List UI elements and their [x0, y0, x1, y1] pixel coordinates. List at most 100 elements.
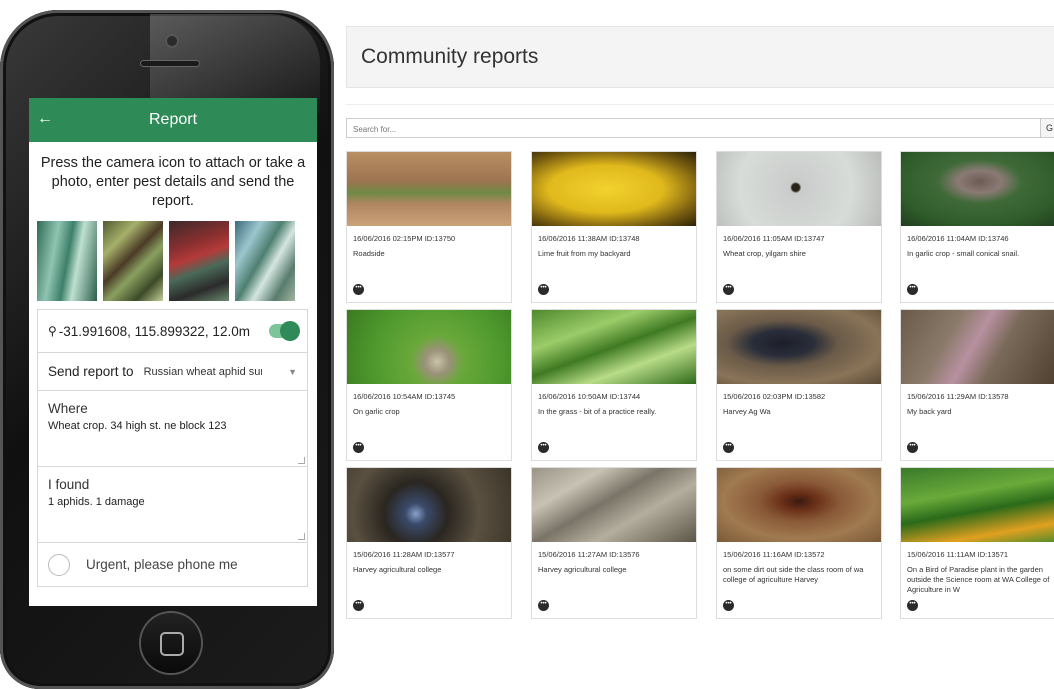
- report-description: In garlic crop - small conical snail.: [907, 249, 1020, 258]
- comment-icon[interactable]: •••: [723, 600, 734, 611]
- photo-thumbnail[interactable]: [169, 221, 229, 301]
- report-photo[interactable]: [532, 310, 696, 384]
- report-card[interactable]: 15/06/2016 11:11AM ID:13571 On a Bird of…: [900, 467, 1054, 619]
- send-to-label: Send report to: [48, 364, 134, 379]
- where-field[interactable]: Where Wheat crop. 34 high st. ne block 1…: [37, 391, 308, 467]
- report-photo[interactable]: [901, 468, 1054, 542]
- report-description: On a Bird of Paradise plant in the garde…: [907, 565, 1050, 594]
- report-card[interactable]: 16/06/2016 11:04AM ID:13746 In garlic cr…: [900, 151, 1054, 303]
- report-meta: 16/06/2016 11:38AM ID:13748: [538, 234, 640, 243]
- report-card[interactable]: 16/06/2016 10:50AM ID:13744 In the grass…: [531, 309, 697, 461]
- header-divider: [346, 104, 1054, 105]
- report-photo[interactable]: [717, 310, 881, 384]
- instructions-text: Press the camera icon to attach or take …: [40, 155, 306, 209]
- report-photo[interactable]: [532, 152, 696, 226]
- comment-icon[interactable]: •••: [353, 600, 364, 611]
- report-card[interactable]: 15/06/2016 11:29AM ID:13578 My back yard…: [900, 309, 1054, 461]
- phone-speaker: [140, 60, 200, 67]
- community-reports-page: Community reports G 16/06/2016 02:15PM I…: [346, 0, 1054, 689]
- urgent-checkbox[interactable]: [48, 553, 70, 576]
- comment-icon[interactable]: •••: [538, 600, 549, 611]
- comment-icon[interactable]: •••: [353, 442, 364, 453]
- photo-strip: [29, 219, 317, 309]
- report-card[interactable]: 15/06/2016 02:03PM ID:13582 Harvey Ag Wa…: [716, 309, 882, 461]
- report-photo[interactable]: [717, 468, 881, 542]
- home-button[interactable]: [141, 613, 201, 673]
- report-meta: 15/06/2016 02:03PM ID:13582: [723, 392, 826, 401]
- report-photo[interactable]: [347, 468, 511, 542]
- report-card[interactable]: 16/06/2016 10:54AM ID:13745 On garlic cr…: [346, 309, 512, 461]
- report-description: On garlic crop: [353, 407, 400, 416]
- urgent-row[interactable]: Urgent, please phone me: [37, 543, 308, 587]
- location-text: -31.991608, 115.899322, 12.0m: [58, 323, 250, 339]
- report-meta: 15/06/2016 11:29AM ID:13578: [907, 392, 1009, 401]
- location-toggle[interactable]: [269, 321, 300, 341]
- report-description: on some dirt out side the class room of …: [723, 565, 864, 584]
- photo-thumbnail[interactable]: [103, 221, 163, 301]
- app-bar: ← Report: [29, 98, 317, 142]
- report-meta: 15/06/2016 11:11AM ID:13571: [907, 550, 1009, 559]
- toggle-knob: [280, 321, 300, 341]
- report-meta: 16/06/2016 10:54AM ID:13745: [353, 392, 456, 401]
- map-pin-icon: ⚲: [48, 324, 57, 338]
- search-go-button[interactable]: G: [1040, 118, 1054, 138]
- report-card[interactable]: 15/06/2016 11:27AM ID:13576 Harvey agric…: [531, 467, 697, 619]
- front-camera: [167, 36, 177, 46]
- report-photo[interactable]: [901, 310, 1054, 384]
- report-description: Harvey agricultural college: [353, 565, 442, 574]
- app-title: Report: [148, 111, 198, 128]
- where-label: Where: [48, 401, 88, 416]
- report-meta: 16/06/2016 11:05AM ID:13747: [723, 234, 825, 243]
- comment-icon[interactable]: •••: [907, 284, 918, 295]
- report-meta: 16/06/2016 11:04AM ID:13746: [907, 234, 1009, 243]
- report-photo[interactable]: [717, 152, 881, 226]
- comment-icon[interactable]: •••: [723, 442, 734, 453]
- comment-icon[interactable]: •••: [538, 442, 549, 453]
- comment-icon[interactable]: •••: [353, 284, 364, 295]
- search-box: [346, 118, 1042, 139]
- comment-icon[interactable]: •••: [723, 284, 734, 295]
- report-photo[interactable]: [347, 152, 511, 226]
- report-description: Wheat crop, yilgarn shire: [723, 249, 806, 258]
- report-description: Harvey Ag Wa: [723, 407, 771, 416]
- search-input[interactable]: [347, 120, 1039, 139]
- report-description: Harvey agricultural college: [538, 565, 627, 574]
- found-value[interactable]: 1 aphids. 1 damage: [48, 496, 297, 508]
- urgent-label: Urgent, please phone me: [86, 557, 238, 572]
- chevron-down-icon[interactable]: ▼: [288, 367, 297, 377]
- report-card[interactable]: 15/06/2016 11:16AM ID:13572 on some dirt…: [716, 467, 882, 619]
- report-meta: 15/06/2016 11:16AM ID:13572: [723, 550, 825, 559]
- found-label: I found: [48, 477, 90, 492]
- page-title: Community reports: [361, 45, 539, 68]
- report-card[interactable]: 16/06/2016 02:15PM ID:13750 Roadside •••: [346, 151, 512, 303]
- comment-icon[interactable]: •••: [907, 600, 918, 611]
- location-row: ⚲ -31.991608, 115.899322, 12.0m: [37, 309, 308, 353]
- report-card[interactable]: 15/06/2016 11:28AM ID:13577 Harvey agric…: [346, 467, 512, 619]
- report-meta: 16/06/2016 10:50AM ID:13744: [538, 392, 641, 401]
- resize-grip-icon[interactable]: [298, 457, 305, 464]
- report-description: Roadside: [353, 249, 385, 258]
- report-photo[interactable]: [532, 468, 696, 542]
- comment-icon[interactable]: •••: [907, 442, 918, 453]
- send-to-select[interactable]: Russian wheat aphid surv: [144, 366, 262, 378]
- photo-thumbnail[interactable]: [235, 221, 295, 301]
- comment-icon[interactable]: •••: [538, 284, 549, 295]
- arrow-left-icon[interactable]: ←: [37, 110, 53, 128]
- send-to-row: Send report to Russian wheat aphid surv …: [37, 353, 308, 391]
- report-description: In the grass - bit of a practice really.: [538, 407, 657, 416]
- report-description: Lime fruit from my backyard: [538, 249, 631, 258]
- report-card[interactable]: 16/06/2016 11:05AM ID:13747 Wheat crop, …: [716, 151, 882, 303]
- report-card[interactable]: 16/06/2016 11:38AM ID:13748 Lime fruit f…: [531, 151, 697, 303]
- page-header: Community reports: [346, 26, 1054, 88]
- report-description: My back yard: [907, 407, 952, 416]
- app-screen: ← Report Press the camera icon to attach…: [29, 98, 317, 606]
- photo-thumbnail[interactable]: [37, 221, 97, 301]
- found-field[interactable]: I found 1 aphids. 1 damage: [37, 467, 308, 543]
- where-value[interactable]: Wheat crop. 34 high st. ne block 123: [48, 420, 297, 432]
- report-meta: 16/06/2016 02:15PM ID:13750: [353, 234, 456, 243]
- report-photo[interactable]: [347, 310, 511, 384]
- report-meta: 15/06/2016 11:28AM ID:13577: [353, 550, 455, 559]
- report-photo[interactable]: [901, 152, 1054, 226]
- resize-grip-icon[interactable]: [298, 533, 305, 540]
- report-meta: 15/06/2016 11:27AM ID:13576: [538, 550, 640, 559]
